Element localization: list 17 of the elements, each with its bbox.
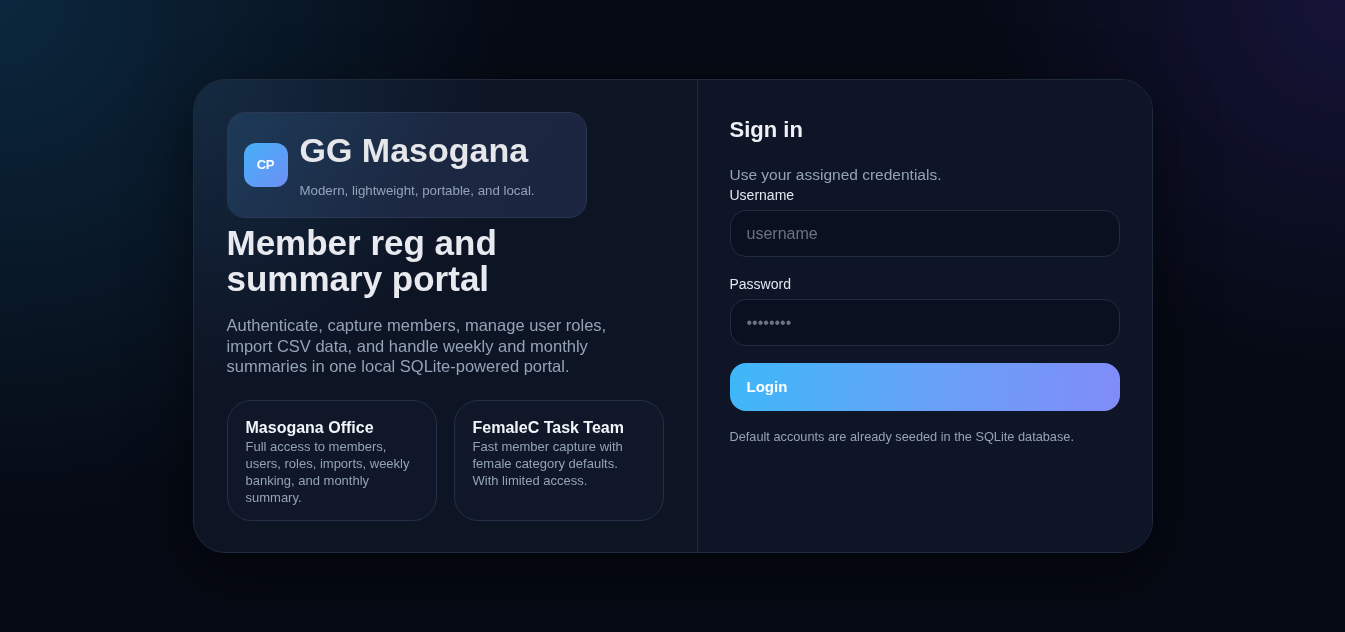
portal-headline: Member reg and summary portal: [226, 225, 498, 297]
field-label: Password: [729, 275, 792, 293]
role-title: Masogana Office: [245, 417, 375, 438]
role-title: FemaleC Task Team: [472, 417, 625, 438]
role-description: Fast member capture with female category defaults. With limited access.: [472, 437, 624, 489]
brand-tagline: Modern, lightweight, portable, and local.: [299, 182, 535, 200]
portal-description: Authenticate, capture members, manage user roles, import CSV data, and handle weekly and monthly summaries in one local SQLite-powered portal.: [226, 315, 608, 377]
input-field[interactable]: ••••••••: [729, 299, 1120, 346]
role-description: Full access to members, users, roles, imports, weekly banking, and monthly summary.: [245, 437, 411, 506]
sign-in-title: Sign in: [729, 116, 804, 144]
login-button[interactable]: Login: [729, 363, 1120, 411]
field-label: Username: [729, 186, 796, 204]
sign-in-subtitle: Use your assigned credentials.: [729, 165, 943, 185]
logo-text: CP: [256, 156, 275, 175]
input-field[interactable]: username: [729, 210, 1120, 257]
brand-name: GG Masogana: [299, 130, 530, 170]
seeded-accounts-note: Default accounts are already seeded in the SQLite database.: [729, 429, 1075, 445]
